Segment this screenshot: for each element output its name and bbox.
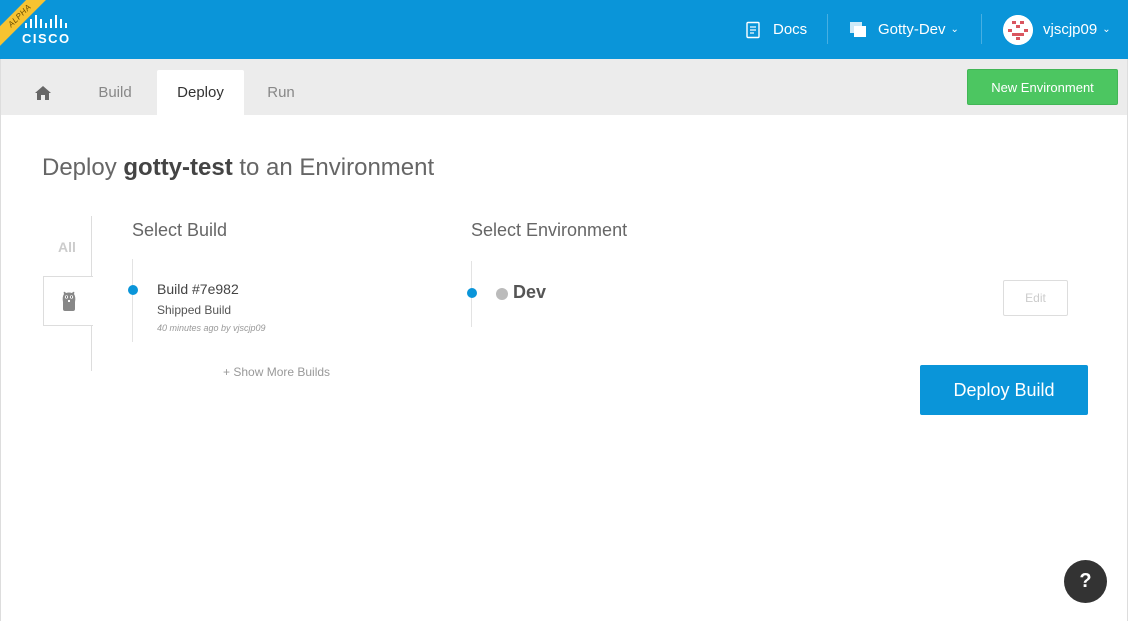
select-build-heading: Select Build [132,220,228,240]
user-menu[interactable]: vjscjp09 ⌄ [1003,0,1111,59]
docs-label: Docs [773,21,808,38]
deploy-build-button[interactable]: Deploy Build [920,365,1088,415]
tab-home[interactable] [23,80,63,106]
docs-link[interactable]: Docs [744,0,807,59]
document-icon [746,21,760,38]
help-button[interactable]: ? [1064,560,1107,603]
stack-icon [850,21,866,37]
build-subtitle: Shipped Build [157,303,232,317]
username-label: vjscjp09 [1043,21,1098,38]
top-navbar: ALPHA CISCO Docs Gotty-Dev ⌄ vjscjp09 ⌄ [0,0,1128,59]
page-title: Deploy gotty-test to an Environment [42,154,434,182]
new-environment-button[interactable]: New Environment [967,69,1118,105]
home-icon [35,86,51,100]
deploy-panel: Deploy gotty-test to an Environment All … [0,115,1128,621]
environment-status-dot [496,288,508,300]
build-meta: 40 minutes ago by vjscjp09 [157,323,266,333]
filter-all[interactable]: All [43,239,91,255]
project-selector[interactable]: Gotty-Dev ⌄ [849,0,959,59]
project-label: Gotty-Dev [878,21,946,38]
tab-run[interactable]: Run [258,70,304,115]
cisco-logo[interactable]: CISCO [22,14,72,46]
tab-bar: Build Deploy Run New Environment [0,59,1128,115]
environment-selected-dot [467,288,477,298]
filter-gopher[interactable] [43,276,93,326]
build-selected-dot [128,285,138,295]
title-prefix: Deploy [42,154,124,181]
cisco-bars-icon [25,15,67,28]
show-more-builds-link[interactable]: + Show More Builds [223,365,330,379]
build-title: Build #7e982 [157,281,239,297]
nav-divider [981,14,982,44]
gopher-icon [62,291,75,311]
chevron-down-icon: ⌄ [1102,24,1111,35]
title-suffix: to an Environment [232,154,435,181]
identicon-icon [1003,14,1033,45]
build-timeline [132,259,133,342]
logo-text: CISCO [22,31,71,46]
select-environment-heading: Select Environment [471,220,628,240]
environment-name: Dev [513,282,547,302]
nav-divider [827,14,828,44]
tab-deploy[interactable]: Deploy [157,70,244,115]
app-name: gotty-test [123,154,233,181]
avatar [1003,14,1033,45]
tab-build[interactable]: Build [87,70,143,115]
edit-environment-button[interactable]: Edit [1003,280,1068,316]
chevron-down-icon: ⌄ [950,24,959,35]
